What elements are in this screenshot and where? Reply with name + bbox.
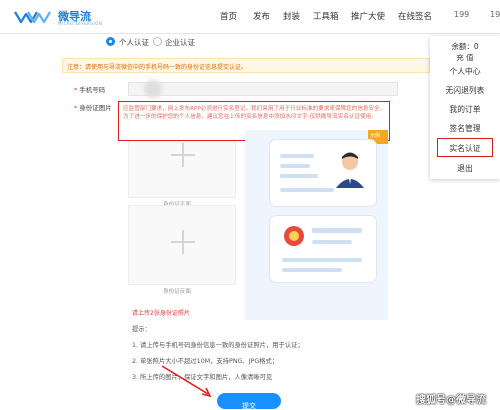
id-image-label: * 身份证图片 (74, 104, 112, 112)
nav-package[interactable]: 封装 (283, 10, 300, 22)
nav-promoter[interactable]: 推广大使 (351, 10, 385, 22)
emblem-icon (282, 226, 362, 272)
logo-wave-icon (14, 11, 51, 24)
red-arrow-icon (161, 365, 212, 398)
tips-heading: 提示： (132, 326, 151, 333)
menu-item-logout[interactable]: 退出 (430, 160, 500, 177)
id-back-sample (270, 216, 376, 282)
enterprise-cert-radio[interactable] (153, 37, 162, 46)
phone-label: * 手机号码 (74, 86, 106, 94)
blurred-phone-value (144, 80, 162, 98)
tip-item: 1. 请上传与手机号码身份信息一致的身份证照片，用于认证； (132, 342, 304, 349)
tab-personal-cert[interactable]: 个人认证 (119, 37, 149, 48)
menu-item-no-crash-list[interactable]: 无闪退列表 (430, 82, 500, 99)
nav-toolbox[interactable]: 工具箱 (313, 10, 339, 22)
phone-field[interactable] (128, 82, 398, 96)
menu-item-user-center[interactable]: 个人中心 (430, 63, 500, 80)
recharge-link[interactable]: 充 值 (430, 52, 500, 63)
brand-subtitle: MICRO DIVERSION (58, 21, 103, 26)
user-phone-tail[interactable]: 19 (490, 10, 500, 19)
id-back-upload[interactable] (128, 205, 236, 285)
sohu-watermark: 搜狐号@微导流 (416, 395, 486, 406)
watermark-warning-text: 应监管部门要求，网上发布APP必须进行实名登记，我们采用了用于行业标准的要求来保… (123, 106, 386, 121)
tab-enterprise-cert[interactable]: 企业认证 (165, 37, 195, 48)
id-front-sample (270, 140, 376, 206)
balance-text: 余额：0 (451, 42, 479, 51)
id-front-illustration (280, 152, 364, 192)
submit-button[interactable]: 提交 (217, 393, 281, 410)
upload-alert: 请上传2张身份证照片 (132, 310, 190, 317)
highlight-box (437, 138, 493, 157)
menu-item-signature-management[interactable]: 签名管理 (430, 120, 500, 137)
user-dropdown-menu: 余额：0 充 值 个人中心 无闪退列表 我的订单 签名管理 实名认证 退出 (430, 36, 500, 179)
notice-text: 注意：请使用与导流微信中的手机号码一致的身份证信息提交认证。 (67, 64, 248, 71)
id-back-caption: 身份证反面 (163, 289, 191, 295)
nav-home[interactable]: 首页 (220, 10, 237, 22)
personal-cert-radio[interactable] (106, 37, 115, 46)
user-phone[interactable]: 199 (454, 10, 469, 19)
nav-online-sign[interactable]: 在线签名 (398, 10, 432, 22)
notice-bar: 注意：请使用与导流微信中的手机号码一致的身份证信息提交认证。 (62, 58, 430, 73)
menu-item-my-orders[interactable]: 我的订单 (430, 101, 500, 118)
top-header: 微导流 MICRO DIVERSION 首页 发布 封装 工具箱 推广大使 在线… (0, 0, 500, 34)
brand-logo[interactable]: 微导流 MICRO DIVERSION (14, 6, 124, 30)
nav-publish[interactable]: 发布 (253, 10, 270, 22)
